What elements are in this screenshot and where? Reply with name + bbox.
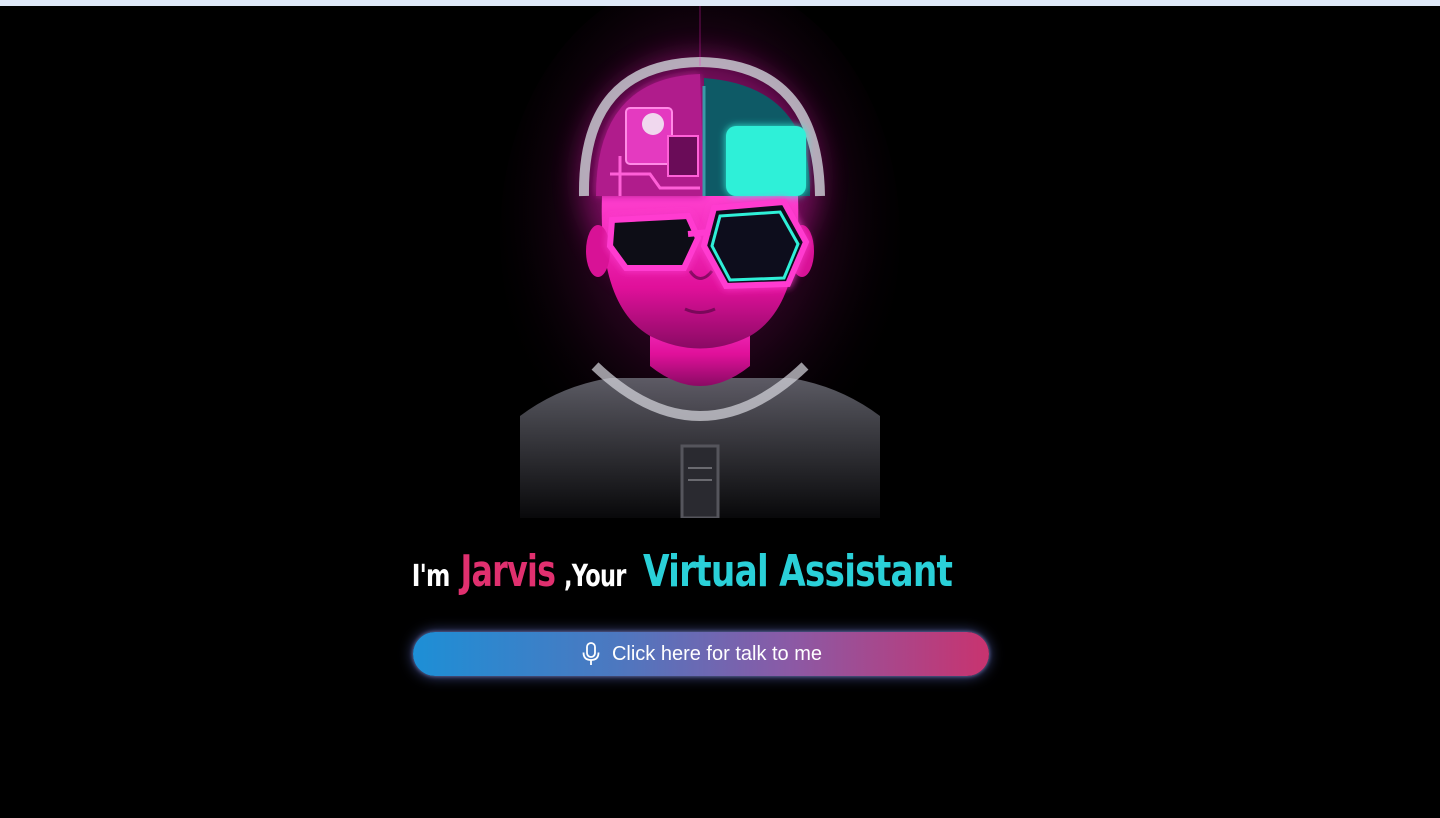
- cyber-avatar-icon: [500, 6, 900, 518]
- page-headline: I'm Jarvis ,Your Virtual Assistant: [0, 546, 1440, 597]
- avatar-image: [500, 6, 900, 518]
- talk-button-label: Click here for talk to me: [611, 642, 823, 665]
- landing-page: I'm Jarvis ,Your Virtual Assistant Click…: [0, 6, 1440, 818]
- headline-role: Virtual Assistant: [642, 546, 953, 597]
- assistant-name: Jarvis: [460, 546, 556, 597]
- talk-to-me-button[interactable]: Click here for talk to me: [413, 632, 989, 676]
- headline-intro: I'm: [411, 559, 450, 594]
- headline-your: ,Your: [564, 559, 626, 594]
- microphone-icon: [580, 641, 602, 667]
